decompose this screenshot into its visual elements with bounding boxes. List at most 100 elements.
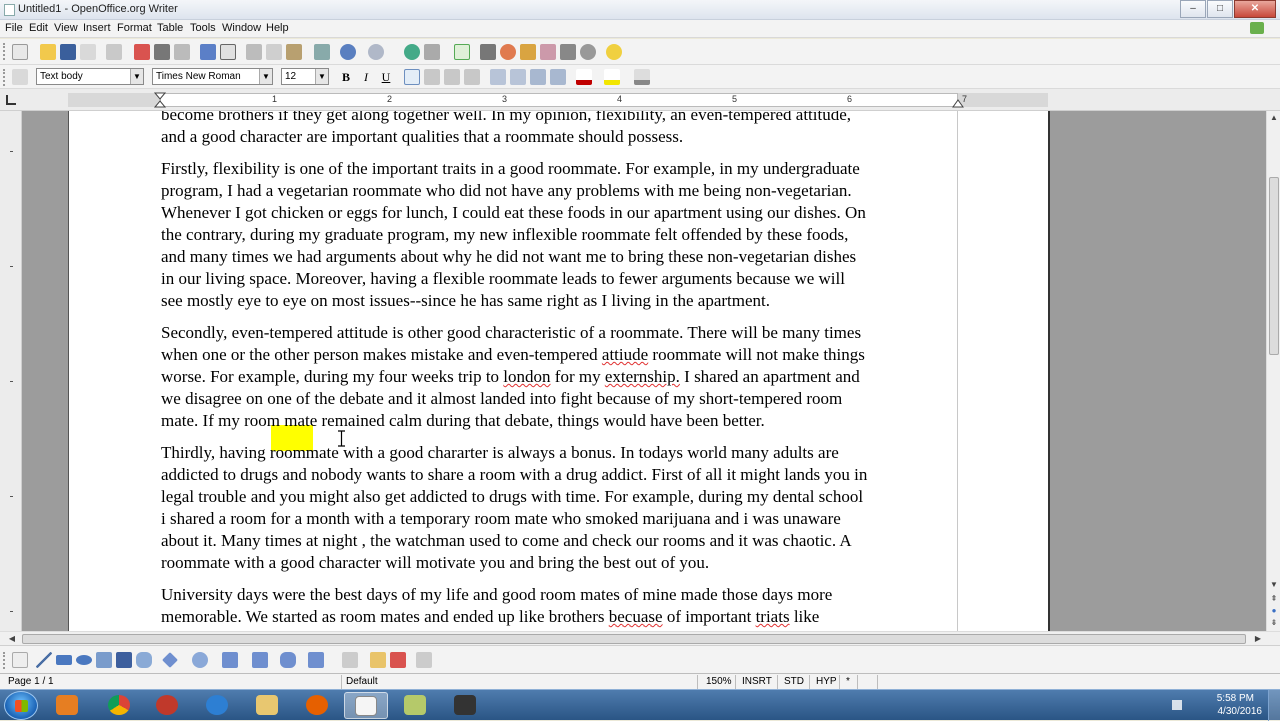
fontwork-icon[interactable]	[370, 652, 386, 668]
misspelled-word[interactable]: triats	[756, 607, 790, 626]
autospellcheck-icon[interactable]	[220, 44, 236, 60]
table-icon[interactable]	[424, 44, 440, 60]
email-document-icon[interactable]	[80, 44, 96, 60]
align-right-icon[interactable]	[444, 69, 460, 85]
misspelled-word[interactable]: becuase	[609, 607, 663, 626]
misspelled-word[interactable]: london	[503, 367, 550, 386]
menu-file[interactable]: File	[5, 22, 23, 34]
clone-formatting-icon[interactable]	[314, 44, 330, 60]
copy-icon[interactable]	[266, 44, 282, 60]
taskbar-firefox[interactable]	[296, 692, 340, 719]
data-sources-icon[interactable]	[540, 44, 556, 60]
paragraph[interactable]: become brothers if they get along togeth…	[161, 111, 961, 148]
edit-file-icon[interactable]	[106, 44, 122, 60]
decrease-indent-icon[interactable]	[530, 69, 546, 85]
scroll-down-icon[interactable]: ▼	[1268, 579, 1280, 591]
background-color-icon[interactable]	[634, 69, 650, 85]
clock-date[interactable]: 4/30/2016	[1218, 706, 1263, 717]
font-name-select[interactable]: Times New Roman ▼	[152, 68, 273, 85]
chevron-down-icon[interactable]: ▼	[315, 69, 328, 84]
close-document-icon[interactable]	[1250, 22, 1264, 34]
justify-icon[interactable]	[464, 69, 480, 85]
taskbar-internet-explorer[interactable]	[196, 692, 240, 719]
vertical-scroll-thumb[interactable]	[1269, 177, 1279, 355]
points-icon[interactable]	[342, 652, 358, 668]
maximize-button[interactable]: □	[1207, 0, 1233, 18]
menu-insert[interactable]: Insert	[83, 22, 111, 34]
toolbar-grip[interactable]	[3, 652, 7, 669]
taskbar-writer[interactable]	[344, 692, 388, 719]
menu-table[interactable]: Table	[157, 22, 183, 34]
increase-indent-icon[interactable]	[550, 69, 566, 85]
font-color-icon[interactable]	[576, 69, 592, 85]
page-preview-icon[interactable]	[174, 44, 190, 60]
next-page-icon[interactable]: ⇟	[1268, 617, 1280, 629]
paragraph[interactable]: Thirdly, having roommate with a good cha…	[161, 442, 961, 574]
align-center-icon[interactable]	[424, 69, 440, 85]
menu-tools[interactable]: Tools	[190, 22, 216, 34]
undo-icon[interactable]	[340, 44, 356, 60]
paragraph[interactable]: Secondly, even-tempered attitude is othe…	[161, 322, 961, 432]
bullets-icon[interactable]	[510, 69, 526, 85]
menu-format[interactable]: Format	[117, 22, 152, 34]
menu-window[interactable]: Window	[222, 22, 261, 34]
indent-marker-icon[interactable]	[154, 92, 166, 108]
horizontal-ruler[interactable]: 1 2 3 4 5 6 7	[0, 89, 1280, 111]
paragraph-style-select[interactable]: Text body ▼	[36, 68, 144, 85]
taskbar-recorder[interactable]	[444, 692, 488, 719]
line-icon[interactable]	[36, 652, 52, 668]
minimize-button[interactable]: –	[1180, 0, 1206, 18]
highlighting-icon[interactable]	[604, 69, 620, 85]
print-icon[interactable]	[154, 44, 170, 60]
scroll-left-icon[interactable]: ◀	[6, 633, 18, 645]
taskbar-file-explorer[interactable]	[246, 692, 290, 719]
chevron-down-icon[interactable]: ▼	[130, 69, 143, 84]
chevron-down-icon[interactable]: ▼	[259, 69, 272, 84]
vertical-scrollbar[interactable]: ▲ ▼ ⇞ ● ⇟	[1266, 111, 1280, 631]
insert-mode[interactable]: INSRT	[738, 675, 778, 689]
freeform-line-icon[interactable]	[96, 652, 112, 668]
menu-view[interactable]: View	[54, 22, 78, 34]
show-desktop-button[interactable]	[1268, 690, 1280, 721]
select-arrow-icon[interactable]	[12, 652, 28, 668]
export-pdf-icon[interactable]	[134, 44, 150, 60]
basic-shapes-icon[interactable]	[162, 652, 178, 668]
stars-icon[interactable]	[308, 652, 324, 668]
previous-page-icon[interactable]: ⇞	[1268, 593, 1280, 605]
rectangle-icon[interactable]	[56, 655, 72, 665]
taskbar-opera[interactable]	[146, 692, 190, 719]
callout-shapes-icon[interactable]	[280, 652, 296, 668]
spellcheck-icon[interactable]	[200, 44, 216, 60]
taskbar-media-player[interactable]	[46, 692, 90, 719]
navigation-icon[interactable]: ●	[1268, 605, 1280, 617]
save-icon[interactable]	[60, 44, 76, 60]
right-indent-marker-icon[interactable]	[952, 98, 964, 108]
find-replace-icon[interactable]	[480, 44, 496, 60]
ellipse-icon[interactable]	[76, 655, 92, 665]
document-page[interactable]: become brothers if they get along togeth…	[68, 111, 1050, 631]
numbering-icon[interactable]	[490, 69, 506, 85]
underline-button[interactable]: U	[378, 69, 394, 85]
scroll-right-icon[interactable]: ▶	[1252, 633, 1264, 645]
action-center-icon[interactable]	[1172, 700, 1182, 710]
gallery-icon[interactable]	[520, 44, 536, 60]
hyperlink-mode[interactable]: HYP	[812, 675, 840, 689]
taskbar-chrome[interactable]	[98, 692, 142, 719]
italic-button[interactable]: I	[358, 69, 374, 85]
taskbar-app[interactable]	[394, 692, 438, 719]
insert-picture-icon[interactable]	[390, 652, 406, 668]
hyperlink-icon[interactable]	[404, 44, 420, 60]
digital-signature[interactable]	[860, 675, 878, 689]
misspelled-word[interactable]: attiude	[602, 345, 648, 364]
styles-formatting-icon[interactable]	[12, 69, 28, 85]
new-document-icon[interactable]	[12, 44, 28, 60]
clock-time[interactable]: 5:58 PM	[1217, 693, 1254, 704]
toolbar-grip[interactable]	[3, 69, 7, 86]
paragraph[interactable]: Firstly, flexibility is one of the impor…	[161, 158, 961, 312]
bold-button[interactable]: B	[338, 69, 354, 85]
close-button[interactable]: ✕	[1234, 0, 1276, 18]
show-draw-functions-icon[interactable]	[454, 44, 470, 60]
menu-edit[interactable]: Edit	[29, 22, 48, 34]
paste-icon[interactable]	[286, 44, 302, 60]
page-indicator[interactable]: Page 1 / 1	[4, 675, 342, 689]
